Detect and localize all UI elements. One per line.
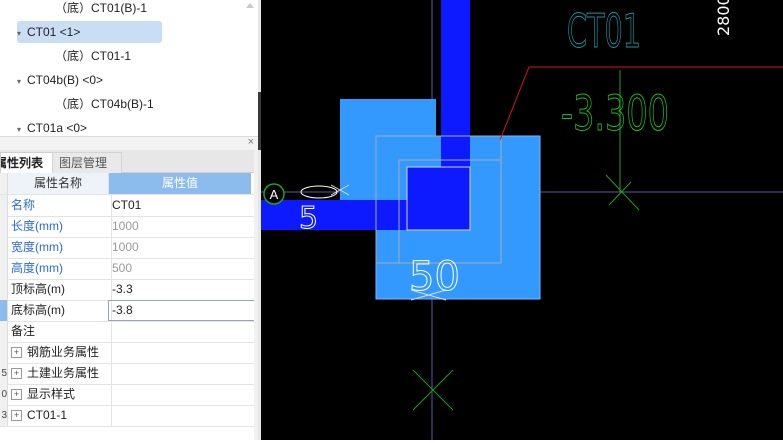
panel-tabs: 属性列表 图层管理 bbox=[0, 150, 258, 173]
tab-layer-management[interactable]: 图层管理 bbox=[52, 152, 122, 173]
scroll-up-arrow[interactable] bbox=[245, 0, 254, 10]
close-icon[interactable]: × bbox=[248, 136, 254, 148]
property-name: 底标高(m) bbox=[8, 300, 112, 321]
dimension-text-5: 5 bbox=[299, 201, 318, 236]
property-group: + 钢筋业务属性 bbox=[8, 342, 112, 363]
property-value[interactable]: -3.3 bbox=[109, 279, 254, 300]
property-value bbox=[109, 363, 254, 384]
table-row[interactable]: 高度(mm) 500 bbox=[0, 258, 254, 280]
expand-icon[interactable]: + bbox=[11, 368, 22, 380]
table-row[interactable]: 宽度(mm) 1000 bbox=[0, 237, 254, 259]
dimension-text-50: 50 bbox=[409, 254, 460, 300]
tree-item-label: （底）CT01(B)-1 bbox=[55, 1, 148, 15]
property-name: 高度(mm) bbox=[8, 258, 112, 279]
property-group: + 显示样式 bbox=[8, 384, 112, 405]
property-value bbox=[109, 342, 254, 363]
axis-label: A bbox=[270, 187, 279, 202]
column-section[interactable] bbox=[406, 166, 471, 231]
tree-item-label: CT04b(B) <0> bbox=[27, 73, 104, 87]
property-name: 宽度(mm) bbox=[8, 237, 112, 258]
tree-item-label: （底）CT04b(B)-1 bbox=[55, 97, 154, 111]
tree-item-label: （底）CT01-1 bbox=[55, 49, 132, 63]
header-property-value: 属性值 bbox=[109, 173, 251, 194]
property-group: + CT01-1 bbox=[8, 405, 112, 426]
drawing[interactable]: 50 5 A CT01 -3.300 2800 bbox=[261, 0, 783, 440]
chevron-down-icon[interactable]: ▾ bbox=[17, 71, 27, 93]
tree-item-selected[interactable]: ▾ CT01 <1> bbox=[17, 21, 162, 43]
expand-icon[interactable]: + bbox=[11, 347, 22, 359]
property-group: + 土建业务属性 bbox=[8, 363, 112, 384]
property-value-editor[interactable]: -3.8 bbox=[108, 300, 255, 321]
property-value bbox=[109, 405, 254, 426]
property-value bbox=[109, 384, 254, 405]
property-value[interactable]: 500 bbox=[109, 258, 254, 279]
tree-item[interactable]: ▾ CT04b(B) <0> bbox=[17, 69, 103, 91]
panel-splitter[interactable]: × bbox=[0, 136, 258, 151]
table-row[interactable]: 顶标高(m) -3.3 bbox=[0, 279, 254, 301]
pile-cap-name-text: CT01 bbox=[567, 4, 641, 58]
elevation-text: -3.300 bbox=[561, 86, 669, 142]
tree-item[interactable]: （底）CT04b(B)-1 bbox=[45, 93, 154, 115]
property-name: 名称 bbox=[8, 195, 112, 216]
chevron-down-icon[interactable]: ▾ bbox=[17, 23, 27, 45]
dimension-text-top: 2800 bbox=[714, 0, 733, 36]
table-row[interactable]: 名称 CT01 bbox=[0, 195, 254, 217]
property-value[interactable] bbox=[109, 321, 254, 342]
grid-header: 属性名称 属性值 bbox=[0, 173, 254, 195]
table-row[interactable]: 0 + 显示样式 bbox=[0, 384, 254, 406]
tree-item[interactable]: （底）CT01-1 bbox=[45, 45, 131, 67]
expand-icon[interactable]: + bbox=[11, 389, 22, 401]
table-row[interactable]: + 钢筋业务属性 bbox=[0, 342, 254, 364]
header-property-name: 属性名称 bbox=[8, 173, 109, 194]
tree-item[interactable]: （底）CT01(B)-1 bbox=[45, 0, 147, 19]
property-value[interactable]: 1000 bbox=[109, 237, 254, 258]
tree-item-label: CT01a <0> bbox=[27, 121, 88, 135]
table-row[interactable]: 备注 bbox=[0, 321, 254, 343]
property-name: 长度(mm) bbox=[8, 216, 112, 237]
component-tree: （底）CT01(B)-1 ▾ CT01 <1> （底）CT01-1 ▾ CT04b(… bbox=[0, 0, 258, 135]
expand-icon[interactable]: + bbox=[11, 410, 22, 422]
tab-property-list[interactable]: 属性列表 bbox=[0, 152, 56, 173]
property-name: 备注 bbox=[8, 321, 112, 342]
table-row[interactable]: 3 + CT01-1 bbox=[0, 405, 254, 427]
property-value[interactable]: CT01 bbox=[109, 195, 254, 216]
left-panel: （底）CT01(B)-1 ▾ CT01 <1> （底）CT01-1 ▾ CT04b(… bbox=[0, 0, 258, 440]
property-name: 顶标高(m) bbox=[8, 279, 112, 300]
table-row[interactable]: 5 + 土建业务属性 bbox=[0, 363, 254, 385]
property-value[interactable]: 1000 bbox=[109, 216, 254, 237]
tree-item-label: CT01 <1> bbox=[27, 25, 81, 39]
table-row[interactable]: 长度(mm) 1000 bbox=[0, 216, 254, 238]
cad-canvas[interactable]: 50 5 A CT01 -3.300 2800 bbox=[261, 0, 783, 440]
table-row-selected[interactable]: 底标高(m) -3.8 bbox=[0, 300, 255, 322]
